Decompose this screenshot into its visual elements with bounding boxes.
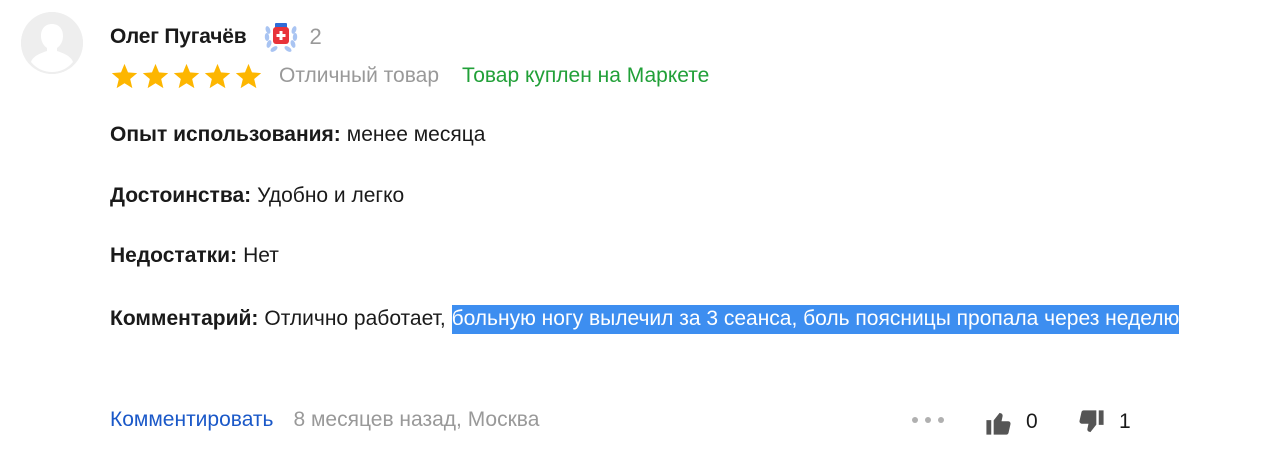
cons-label: Недостатки: (110, 244, 238, 267)
star-icon (235, 63, 262, 88)
dislike-button[interactable]: 1 (1077, 406, 1131, 438)
pros-label: Достоинства: (110, 184, 252, 207)
star-icon (173, 63, 200, 88)
thumbs-down-icon (1079, 409, 1104, 432)
laurel-badge-icon[interactable] (262, 20, 300, 54)
verified-purchase-label: Товар куплен на Маркете (462, 64, 710, 87)
usage-field: Опыт использования: менее месяца (110, 120, 485, 150)
review-meta: 8 месяцев назад, Москва (293, 408, 540, 431)
thumbs-up-icon (986, 412, 1011, 435)
rating-label: Отличный товар (279, 64, 440, 87)
star-icon (204, 63, 231, 88)
likes-count: 0 (1026, 410, 1038, 433)
author-name[interactable]: Олег Пугачёв (110, 25, 247, 49)
badge-count: 2 (309, 24, 322, 49)
like-button[interactable]: 0 (984, 406, 1038, 438)
cons-value: Нет (243, 244, 279, 267)
usage-value: менее месяца (346, 123, 486, 146)
usage-label: Опыт использования: (110, 123, 341, 146)
rating-row: Отличный товар Товар куплен на Маркете (110, 60, 709, 92)
star-rating (110, 62, 263, 91)
selected-comment-text[interactable]: больную ногу вылечил за 3 сеанса, боль п… (451, 305, 1180, 334)
cons-field: Недостатки: Нет (110, 241, 279, 271)
comment-field: Комментарий: Отлично работает, больную но… (110, 301, 1270, 337)
pros-field: Достоинства: Удобно и легко (110, 181, 404, 211)
review-header: Олег Пугачёв 2 (110, 21, 322, 53)
more-options-icon[interactable] (912, 414, 944, 426)
user-silhouette-icon (21, 12, 83, 74)
comment-text: Отлично работает, (264, 307, 446, 330)
star-icon (111, 63, 138, 88)
dislikes-count: 1 (1119, 410, 1131, 433)
avatar[interactable] (21, 12, 83, 74)
pros-value: Удобно и легко (257, 184, 405, 207)
star-icon (142, 63, 169, 88)
reply-link[interactable]: Комментировать (110, 408, 273, 432)
comment-label: Комментарий: (110, 307, 259, 330)
